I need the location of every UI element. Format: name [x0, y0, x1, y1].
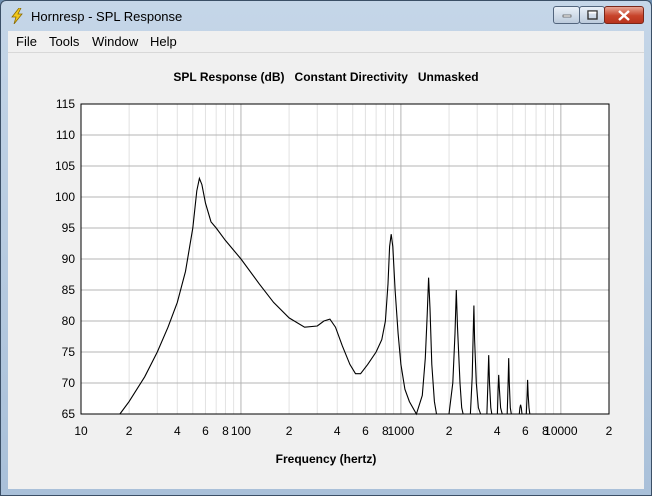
x-tick-label: 6 — [202, 424, 209, 438]
x-tick-label: 2 — [126, 424, 133, 438]
minimize-icon — [562, 14, 571, 18]
close-icon — [618, 9, 630, 21]
y-tick-label: 95 — [62, 221, 76, 235]
y-tick-label: 75 — [62, 345, 76, 359]
x-tick-label: 4 — [334, 424, 341, 438]
spl-response-chart: 1151101051009590858075706510 2 4 6 8 100 2 4 6 81… — [55, 97, 613, 438]
menu-bar: File Tools Window Help — [8, 31, 644, 53]
x-tick-label: 100 — [231, 424, 251, 438]
y-tick-label: 105 — [55, 159, 75, 173]
maximize-button[interactable] — [579, 6, 605, 24]
y-tick-label: 100 — [55, 190, 75, 204]
x-tick-label: 1000 — [388, 424, 415, 438]
window-title: Hornresp - SPL Response — [31, 9, 183, 24]
x-tick-label: 10 — [74, 424, 88, 438]
app-window: Hornresp - SPL Response File Tools Windo… — [0, 0, 652, 496]
x-tick-label: 10000 — [544, 424, 578, 438]
menu-tools[interactable]: Tools — [49, 34, 79, 49]
x-tick-label: 4 — [494, 424, 501, 438]
y-tick-label: 85 — [62, 283, 76, 297]
y-tick-label: 80 — [62, 314, 76, 328]
x-axis-label: Frequency (hertz) — [275, 452, 377, 466]
title-bar[interactable]: Hornresp - SPL Response — [1, 1, 651, 31]
y-tick-label: 110 — [56, 128, 75, 142]
x-tick-label: 4 — [174, 424, 181, 438]
y-tick-label: 90 — [62, 252, 76, 266]
menu-window[interactable]: Window — [92, 34, 138, 49]
x-tick-label: 6 — [522, 424, 529, 438]
menu-help[interactable]: Help — [150, 34, 177, 49]
x-tick-label: 8 — [222, 424, 229, 438]
chart-area: SPL Response (dB) Constant Directivity U… — [8, 53, 644, 489]
y-tick-label: 70 — [62, 376, 76, 390]
lightning-icon — [9, 7, 25, 25]
menu-file[interactable]: File — [16, 34, 37, 49]
minimize-button[interactable] — [553, 6, 580, 24]
y-tick-label: 65 — [62, 407, 76, 421]
maximize-icon — [586, 10, 598, 20]
x-tick-label: 2 — [606, 424, 613, 438]
x-tick-label: 6 — [362, 424, 369, 438]
close-button[interactable] — [604, 6, 644, 24]
x-tick-label: 2 — [286, 424, 293, 438]
x-tick-label: 2 — [446, 424, 453, 438]
y-tick-label: 115 — [56, 97, 75, 111]
